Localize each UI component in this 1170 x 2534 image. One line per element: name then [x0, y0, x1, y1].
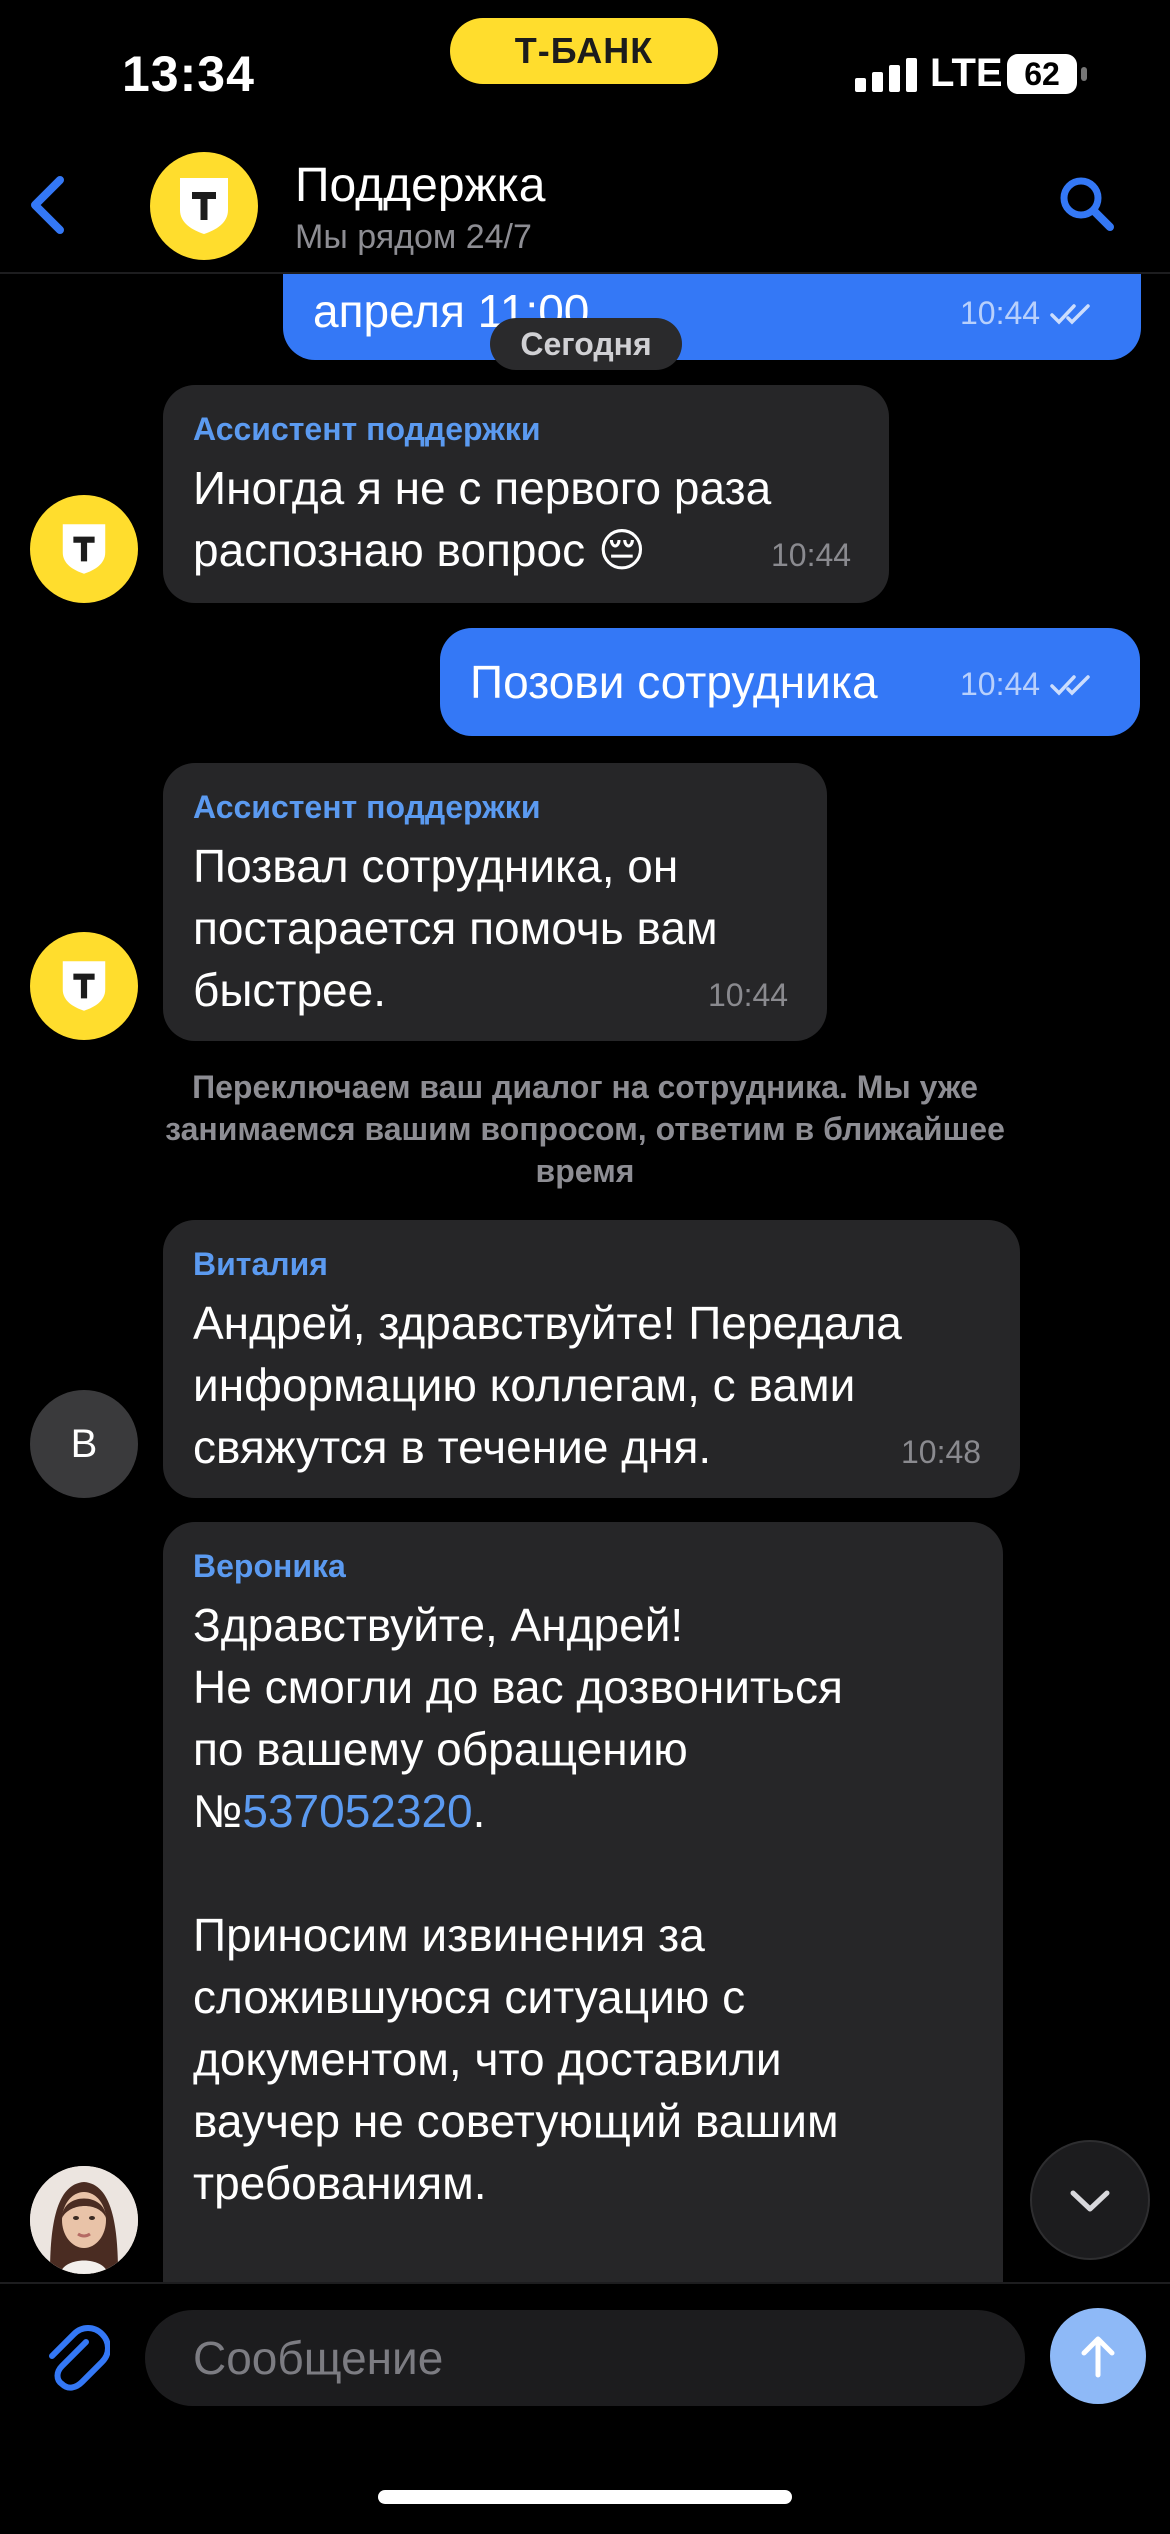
chat-subtitle: Мы рядом 24/7	[295, 218, 532, 256]
message-text-line: быстрее.	[193, 964, 387, 1016]
scroll-to-bottom-button[interactable]	[1030, 2140, 1150, 2260]
message-time: 10:44	[708, 977, 789, 1013]
operator-avatar[interactable]: В	[30, 1390, 138, 1498]
message-text-line: сложившуюся ситуацию с	[193, 1971, 746, 2023]
date-divider: Сегодня	[490, 318, 682, 370]
message-time: 10:48	[901, 1434, 982, 1470]
assistant-avatar[interactable]	[30, 495, 138, 603]
message-text-line: Иногда я не с первого раза	[193, 462, 772, 514]
signal-icon	[855, 58, 917, 92]
message-meta: 10:44	[960, 666, 1098, 703]
operator-avatar-photo[interactable]	[30, 2166, 138, 2274]
tbank-shield-icon	[180, 178, 228, 234]
sender-name: Виталия	[193, 1246, 328, 1282]
message-text-line: Андрей, здравствуйте! Передала	[193, 1297, 902, 1349]
brand-pill: Т-БАНК	[450, 18, 718, 84]
ticket-prefix: №	[193, 1785, 243, 1837]
sender-name: Вероника	[193, 1548, 346, 1584]
search-icon[interactable]	[1055, 172, 1117, 234]
back-arrow-icon[interactable]	[20, 170, 80, 240]
message-time: 10:44	[771, 537, 852, 573]
message-bubble-incoming[interactable]: Виталия Андрей, здравствуйте! Передала и…	[163, 1220, 1020, 1498]
message-input[interactable]	[145, 2310, 1025, 2406]
message-text-line: ваучер не советующий вашим	[193, 2095, 839, 2147]
ticket-link[interactable]: 537052320	[242, 1785, 472, 1837]
ticket-line: №537052320.	[193, 1780, 485, 1842]
attach-icon[interactable]	[40, 2320, 110, 2396]
chat-title: Поддержка	[295, 159, 546, 212]
double-check-icon	[1050, 303, 1090, 325]
message-time: 10:44	[960, 295, 1041, 331]
sender-name: Ассистент поддержки	[193, 789, 541, 825]
person-photo-icon	[30, 2166, 138, 2274]
message-bubble-incoming[interactable]: Ассистент поддержки Позвал сотрудника, о…	[163, 763, 827, 1041]
message-meta: 10:44	[960, 295, 1098, 332]
message-text-line: по вашему обращению	[193, 1723, 688, 1775]
message-text-line: документом, что доставили	[193, 2033, 782, 2085]
message-text-line: информацию коллегам, с вами	[193, 1359, 856, 1411]
tbank-shield-icon	[62, 524, 106, 574]
message-bubble-incoming[interactable]: Ассистент поддержки Иногда я не с первог…	[163, 385, 889, 603]
avatar-letter: В	[70, 1421, 98, 1466]
status-time: 13:34	[122, 46, 255, 102]
system-note: Переключаем ваш диалог на сотрудника. Мы…	[165, 1069, 1005, 1189]
battery-icon: 62	[1007, 54, 1077, 94]
message-text-line: требованиям.	[193, 2157, 487, 2209]
message-text-line: постарается помочь вам	[193, 902, 718, 954]
home-indicator	[378, 2490, 792, 2504]
tbank-shield-icon	[62, 961, 106, 1011]
message-text-line: Здравствуйте, Андрей!	[193, 1599, 684, 1651]
ticket-suffix: .	[472, 1785, 486, 1837]
message-text: Позови сотрудника	[470, 656, 878, 708]
send-button[interactable]	[1050, 2308, 1146, 2404]
battery-tip	[1081, 67, 1087, 81]
send-arrow-icon	[1081, 2336, 1115, 2378]
message-text-line: распознаю вопрос 😔	[193, 524, 646, 576]
double-check-icon	[1050, 674, 1090, 696]
message-bubble-outgoing[interactable]: Позови сотрудника 10:44	[440, 628, 1140, 736]
network-type: LTE	[930, 51, 1003, 95]
message-time: 10:44	[960, 666, 1041, 702]
message-text-line: Не смогли до вас дозвониться	[193, 1661, 843, 1713]
chat-avatar[interactable]	[150, 152, 258, 260]
message-text-line: свяжутся в течение дня.	[193, 1421, 712, 1473]
message-bubble-incoming[interactable]: Вероника Здравствуйте, Андрей! Не смогли…	[163, 1522, 1003, 2322]
chevron-down-icon	[1070, 2190, 1110, 2212]
assistant-avatar[interactable]	[30, 932, 138, 1040]
sender-name: Ассистент поддержки	[193, 411, 541, 447]
message-text-line: Позвал сотрудника, он	[193, 840, 679, 892]
message-text-line: Приносим извинения за	[193, 1909, 705, 1961]
